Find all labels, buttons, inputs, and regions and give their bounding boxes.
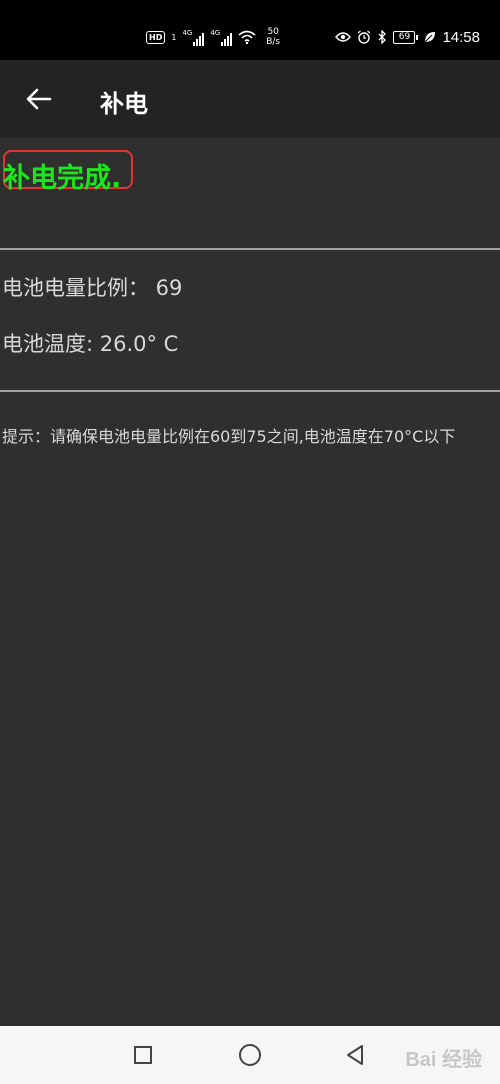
- divider-top: [0, 248, 500, 250]
- recent-apps-button[interactable]: [128, 1040, 158, 1070]
- status-bar: HD 1 4G 4G 50 B/s 69 14:58: [0, 0, 500, 60]
- signal-bars-icon: [221, 32, 233, 46]
- watermark: Bai 经验: [405, 1049, 482, 1071]
- hd-badge: HD: [146, 30, 166, 44]
- home-button[interactable]: [235, 1040, 265, 1070]
- eye-icon: [335, 32, 352, 42]
- battery-level: 69: [393, 30, 416, 44]
- battery-tip: [416, 34, 419, 40]
- square-icon: [134, 1046, 152, 1064]
- signal-bars-icon: [193, 32, 205, 46]
- battery-temperature-text: 电池温度: 26.0° C: [2, 332, 179, 356]
- network-type-1: 4G: [182, 28, 193, 37]
- speed-value: 50: [267, 27, 279, 37]
- status-right: 69 14:58: [335, 26, 480, 48]
- network-type-2: 4G: [210, 28, 221, 37]
- circle-icon: [239, 1044, 261, 1066]
- back-nav-button[interactable]: [340, 1040, 370, 1070]
- divider-bottom: [0, 390, 500, 392]
- network-speed: 50 B/s: [266, 27, 280, 47]
- signal-2: 4G: [210, 28, 233, 46]
- triangle-back-icon: [347, 1045, 363, 1065]
- app-bar: 补电: [0, 60, 500, 138]
- signal-1: 4G: [182, 28, 205, 46]
- back-button[interactable]: [22, 82, 56, 116]
- battery-indicator: 69: [393, 30, 419, 44]
- battery-level-text: 电池电量比例： 69: [2, 276, 183, 300]
- arrow-left-icon: [26, 88, 52, 110]
- alarm-icon: [358, 30, 371, 44]
- charge-complete-message: 补电完成.: [3, 163, 122, 194]
- leaf-icon: [425, 32, 436, 43]
- page-title: 补电: [100, 90, 148, 118]
- sim-indicator: 1: [171, 32, 177, 42]
- wifi-icon: [238, 30, 256, 44]
- clock: 14:58: [442, 28, 480, 46]
- speed-unit: B/s: [266, 37, 281, 47]
- hint-text: 提示：请确保电池电量比例在60到75之间,电池温度在70°C以下: [2, 427, 456, 446]
- navigation-bar: Bai 经验: [0, 1026, 500, 1084]
- status-left: HD 1 4G 4G 50 B/s: [146, 26, 280, 48]
- bluetooth-icon: [378, 30, 387, 44]
